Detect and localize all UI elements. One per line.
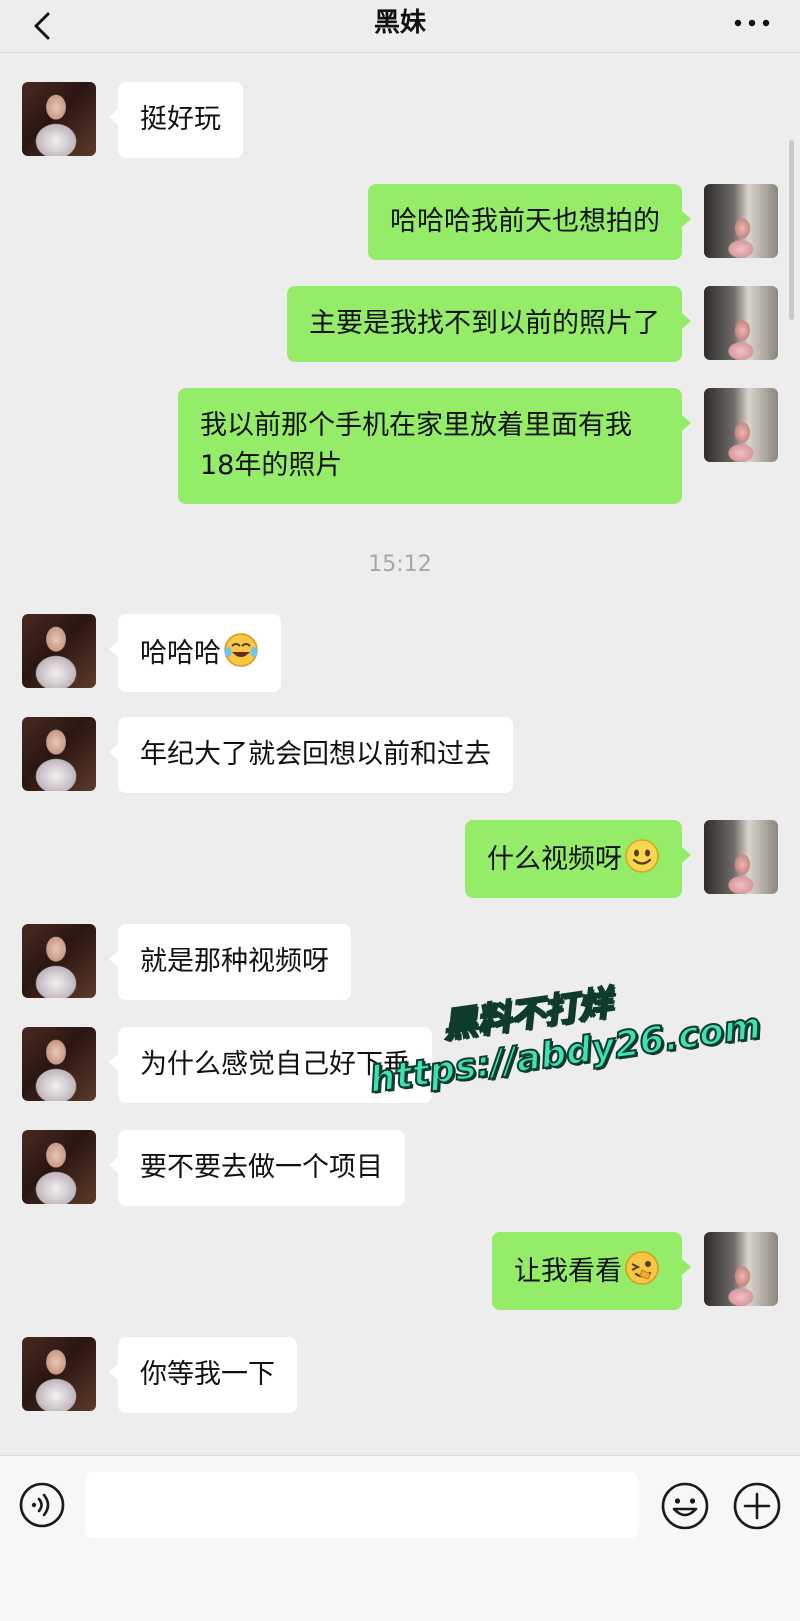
message-bubble[interactable]: 你等我一下 [109, 1337, 297, 1413]
chat-title: 黑妹 [373, 8, 426, 38]
more-dots-icon[interactable] [730, 12, 774, 34]
input-bar [0, 1455, 800, 1621]
message-input[interactable] [86, 1472, 638, 1538]
chat-header: 黑妹 [0, 0, 800, 53]
emoji-icon[interactable] [660, 1481, 710, 1531]
plus-icon[interactable] [732, 1481, 782, 1531]
message-list[interactable]: 挺好玩 哈哈哈我前天也想拍的 主要是我找不到以前的照片了 我以前那个手机在家里放… [0, 52, 800, 1455]
message-row: 你等我一下 [0, 52, 800, 1422]
message-text: 你等我一下 [140, 1359, 275, 1390]
voice-icon[interactable] [18, 1481, 66, 1529]
contact-avatar[interactable] [22, 1337, 96, 1411]
